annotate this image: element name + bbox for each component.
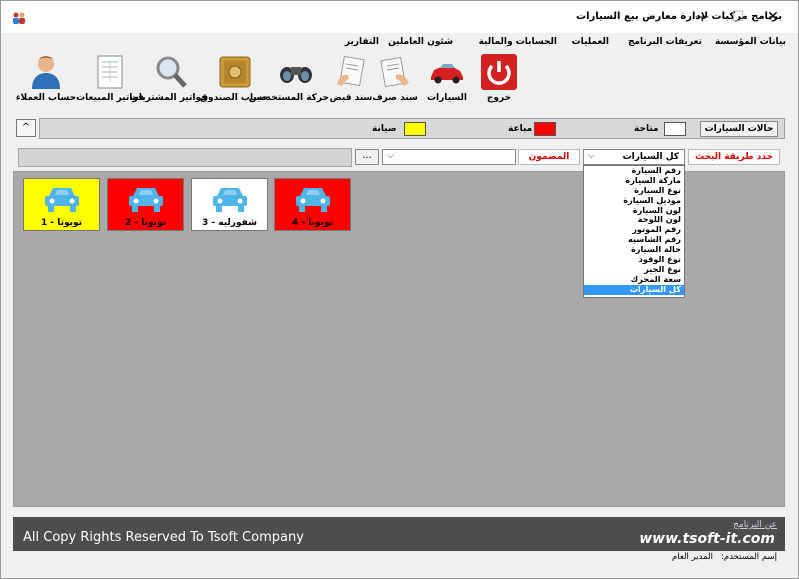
menu-program-definitions[interactable]: تعريفات البرنامج bbox=[628, 37, 702, 47]
cash-box-button[interactable]: حساب الصندوق bbox=[200, 51, 269, 109]
chevron-down-icon: ⌵ bbox=[387, 151, 394, 161]
title-bar: برنامج مركبات لإدارة معارض بيع السيارات … bbox=[1, 1, 798, 33]
menu-organization-data[interactable]: بيانات المؤسسة bbox=[715, 37, 786, 47]
receipt-voucher-label: سند قبض bbox=[329, 93, 373, 103]
car-icon bbox=[213, 188, 247, 212]
exit-button[interactable]: خروج bbox=[477, 51, 521, 109]
customers-account-label: حساب العملاء bbox=[15, 93, 77, 103]
content-select[interactable]: ⌵ bbox=[382, 149, 516, 165]
maintenance-label: صيانة bbox=[372, 124, 397, 134]
sold-color-box bbox=[534, 122, 556, 136]
user-value: المدير العام bbox=[672, 552, 713, 562]
binoculars-icon bbox=[280, 67, 312, 83]
available-color-box bbox=[664, 122, 686, 136]
car-tile[interactable]: تويوتا - 4 bbox=[274, 178, 351, 231]
app-window: برنامج مركبات لإدارة معارض بيع السيارات … bbox=[0, 0, 799, 579]
car-tile[interactable]: تويوتا - 1 bbox=[23, 178, 100, 231]
user-status-bar: إسم المستخدم: المدير العام bbox=[13, 552, 785, 564]
menu-accounts-finance[interactable]: الحسابات والمالية bbox=[479, 37, 557, 47]
car-name: تويوتا - 4 bbox=[291, 218, 334, 228]
search-field-select[interactable]: ⌵ كل السيارات bbox=[583, 149, 685, 165]
car-name: تويوتا - 1 bbox=[40, 218, 83, 228]
user-label: إسم المستخدم: bbox=[721, 552, 777, 562]
footer-banner: عن البرنامج All Copy Rights Reserved To … bbox=[13, 517, 785, 551]
close-button[interactable]: ✕ bbox=[758, 5, 788, 29]
magnifier-icon bbox=[156, 56, 187, 88]
browse-button[interactable]: ... bbox=[355, 149, 379, 165]
car-icon bbox=[129, 188, 163, 212]
sales-invoices-label: فواتير المبيعات bbox=[76, 93, 144, 103]
chevron-down-icon: ⌵ bbox=[588, 151, 595, 161]
search-field-dropdown[interactable]: رقم السيارة ماركة السيارة نوع السيارة مو… bbox=[583, 165, 685, 298]
car-name: شفورليه - 3 bbox=[202, 218, 257, 228]
customers-account-button[interactable]: حساب العملاء bbox=[16, 51, 76, 109]
safe-icon bbox=[219, 56, 251, 88]
receipt-voucher-icon bbox=[337, 55, 365, 87]
purchase-invoices-label: فواتير المشتريات bbox=[129, 93, 207, 103]
car-status-row: ^ صيانة مباعة متاحة حالات السيارات bbox=[13, 117, 785, 139]
available-label: متاحة bbox=[634, 124, 659, 134]
users-movement-label: حركة المستخدمين bbox=[248, 93, 329, 103]
menu-reports[interactable]: التقارير bbox=[345, 37, 379, 47]
users-app-icon bbox=[13, 12, 25, 24]
car-tile[interactable]: تويوتا - 2 bbox=[107, 178, 184, 231]
content-label: المضمون bbox=[518, 149, 580, 165]
search-method-label: حدد طريقة البحث bbox=[688, 149, 780, 165]
car-icon bbox=[45, 188, 79, 212]
car-icon bbox=[431, 64, 463, 84]
sales-invoices-button[interactable]: فواتير المبيعات bbox=[76, 51, 144, 109]
cars-button[interactable]: السيارات bbox=[425, 51, 469, 109]
customer-icon bbox=[32, 56, 60, 89]
dropdown-option-all-cars[interactable]: كل السيارات bbox=[584, 284, 684, 295]
car-icon bbox=[296, 188, 330, 212]
cars-label: السيارات bbox=[427, 93, 467, 103]
status-legend-panel: صيانة مباعة متاحة حالات السيارات bbox=[39, 118, 785, 139]
search-field-value: كل السيارات bbox=[622, 152, 679, 162]
search-results-bar bbox=[18, 148, 352, 167]
exit-label: خروج bbox=[486, 93, 512, 103]
receipt-voucher-button[interactable]: سند قبض bbox=[329, 51, 373, 109]
users-movement-button[interactable]: حركة المستخدمين bbox=[249, 51, 329, 109]
collapse-button[interactable]: ^ bbox=[16, 119, 36, 137]
sold-label: مباعة bbox=[508, 124, 533, 134]
power-icon bbox=[481, 54, 517, 90]
car-statuses-button[interactable]: حالات السيارات bbox=[700, 121, 778, 137]
purchase-invoices-button[interactable]: فواتير المشتريات bbox=[130, 51, 207, 109]
about-link[interactable]: عن البرنامج bbox=[733, 520, 777, 530]
minimize-button[interactable]: — bbox=[687, 5, 717, 29]
invoice-icon bbox=[97, 55, 123, 89]
car-tile[interactable]: شفورليه - 3 bbox=[191, 178, 268, 231]
menu-employees-affairs[interactable]: شئون العاملين bbox=[388, 37, 453, 47]
maximize-button[interactable]: ☐ bbox=[723, 5, 753, 29]
payment-voucher-icon bbox=[380, 56, 409, 88]
car-name: تويوتا - 2 bbox=[124, 218, 167, 228]
website-text: www.tsoft-it.com bbox=[639, 531, 775, 547]
toolbar: خروج السيارات سند صرف سند قبض حركة المست… bbox=[13, 51, 521, 109]
copyright-text: All Copy Rights Reserved To Tsoft Compan… bbox=[23, 530, 304, 545]
cash-box-label: حساب الصندوق bbox=[199, 93, 269, 103]
menu-operations[interactable]: العمليات bbox=[572, 37, 609, 47]
maintenance-color-box bbox=[404, 122, 426, 136]
menu-bar: بيانات المؤسسة تعريفات البرنامج العمليات… bbox=[1, 35, 798, 51]
